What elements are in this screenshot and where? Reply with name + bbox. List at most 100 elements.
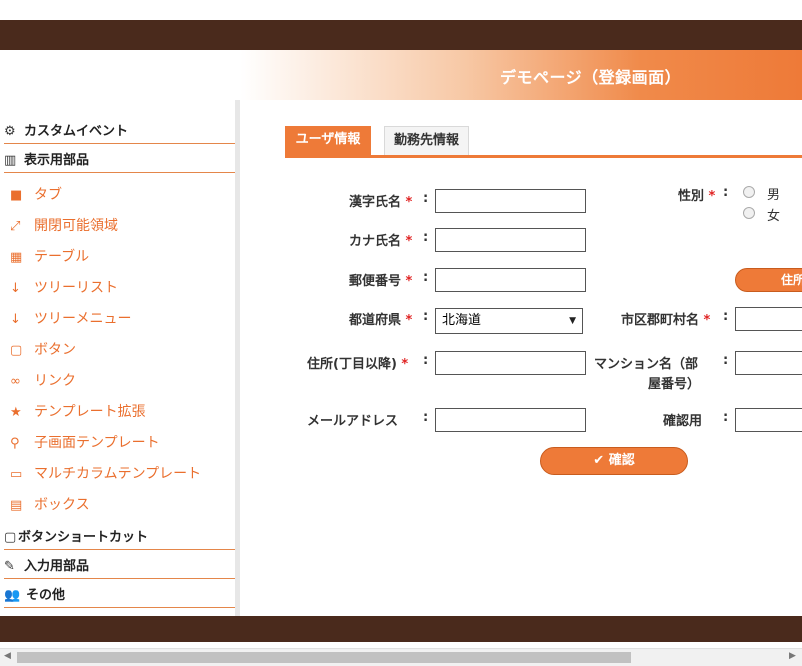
tab-underline — [285, 155, 802, 158]
sidebar-item-box[interactable]: ▤ ボックス — [10, 494, 90, 516]
postal-code-field[interactable] — [435, 268, 586, 292]
sidebar-item-label: リンク — [34, 373, 76, 389]
required-mark: * — [405, 274, 413, 289]
sidebar-item-child-template[interactable]: ⚲ 子画面テンプレート — [10, 432, 160, 454]
kanji-name-field[interactable] — [435, 189, 586, 213]
colon: : — [423, 191, 429, 206]
page: デモページ（登録画面） ⚙ カスタムイベント ▥ 表示用部品 ■ タブ ⤢ 開閉可能領域… — [0, 0, 802, 666]
prefecture-label: 都道府県 * — [349, 313, 413, 328]
sidebar-item-link[interactable]: ∞ リンク — [10, 370, 76, 392]
colon: : — [723, 410, 729, 425]
confirm-button[interactable]: ✔ 確認 — [540, 447, 688, 475]
sidebar-item-multicolumn[interactable]: ▭ マルチカラムテンプレート — [10, 463, 201, 485]
check-icon: ✔ — [593, 453, 605, 468]
scrollbar-thumb[interactable] — [17, 652, 631, 663]
sidebar-section-label: カスタムイベント — [24, 124, 129, 139]
gender-female-label: 女 — [767, 209, 781, 224]
sidebar-item-table[interactable]: ▦ テーブル — [10, 246, 89, 268]
sidebar-item-label: 開閉可能領域 — [34, 218, 118, 234]
mansion-field[interactable] — [735, 351, 802, 375]
gender-label: 性別 * — [678, 189, 716, 204]
required-mark: * — [405, 234, 413, 249]
title-banner — [0, 50, 802, 100]
scroll-left-icon[interactable]: ◀ — [4, 651, 11, 661]
bar-chart-icon: ▥ — [4, 153, 17, 168]
gears-icon: ⚙ — [4, 124, 16, 139]
sidebar-item-collapsible[interactable]: ⤢ 開閉可能領域 — [10, 215, 118, 237]
chevron-down-icon: ▼ — [569, 316, 576, 326]
confirm-button-label: 確認 — [608, 453, 635, 468]
horizontal-scrollbar[interactable]: ◀ ▶ — [0, 648, 802, 666]
square-icon: ▢ — [4, 530, 17, 545]
email-confirm-label: 確認用 — [663, 414, 703, 429]
required-mark: * — [405, 195, 413, 210]
email-confirm-field[interactable] — [735, 408, 802, 432]
sidebar-item-template-ext[interactable]: ★ テンプレート拡張 — [10, 401, 146, 423]
file-icon: ▤ — [10, 498, 23, 513]
colon: : — [723, 353, 729, 368]
address-label: 住所(丁目以降) * — [307, 357, 409, 372]
sidebar-section-input-parts[interactable]: ✎ 入力用部品 — [4, 557, 235, 579]
sidebar-item-tree-menu[interactable]: ↓ ツリーメニュー — [10, 308, 131, 330]
kana-name-label: カナ氏名 * — [349, 234, 413, 249]
link-icon: ∞ — [10, 374, 21, 389]
email-field[interactable] — [435, 408, 586, 432]
sidebar-section-label: 入力用部品 — [24, 559, 90, 574]
sidebar-section-label: ボタンショートカット — [18, 530, 149, 545]
city-label: 市区郡町村名 * — [621, 313, 711, 328]
sidebar-item-label: マルチカラムテンプレート — [34, 466, 202, 482]
mansion-label: マンション名（部 — [594, 357, 699, 372]
colon: : — [723, 185, 729, 200]
colon: : — [423, 353, 429, 368]
sort-icon: ↓ — [10, 281, 21, 296]
sidebar-item-label: ツリーリスト — [34, 280, 118, 296]
sidebar-section-button-shortcut[interactable]: ▢ ボタンショートカット — [4, 528, 235, 550]
square-outline-icon: ▢ — [10, 343, 23, 358]
required-mark: * — [703, 313, 711, 328]
gender-male-label: 男 — [767, 188, 781, 203]
address-search-button[interactable]: 住所 — [735, 268, 802, 292]
gender-male-radio[interactable] — [743, 186, 755, 198]
mansion-label-line2: 屋番号） — [648, 377, 701, 392]
required-mark: * — [708, 189, 716, 204]
colon: : — [423, 270, 429, 285]
city-field[interactable] — [735, 307, 802, 331]
top-bar — [0, 20, 802, 50]
sidebar-item-button[interactable]: ▢ ボタン — [10, 339, 76, 361]
prefecture-selected-value: 北海道 — [442, 313, 482, 328]
sidebar-item-tab[interactable]: ■ タブ — [10, 184, 62, 206]
gender-female-radio[interactable] — [743, 207, 755, 219]
sidebar-section-label: その他 — [26, 588, 66, 603]
kanji-name-label: 漢字氏名 * — [349, 195, 413, 210]
required-mark: * — [401, 357, 409, 372]
footer-bar — [0, 616, 802, 642]
postal-code-label: 郵便番号 * — [349, 274, 413, 289]
folder-icon: ■ — [10, 188, 23, 203]
sort-icon: ↓ — [10, 312, 21, 327]
sidebar-item-tree-list[interactable]: ↓ ツリーリスト — [10, 277, 118, 299]
required-mark: * — [405, 313, 413, 328]
scroll-right-icon[interactable]: ▶ — [789, 651, 796, 661]
sidebar-section-label: 表示用部品 — [24, 153, 90, 168]
sidebar-item-label: テンプレート拡張 — [34, 404, 146, 420]
tab-user-info[interactable]: ユーザ情報 — [285, 126, 371, 156]
sidebar-section-display-parts[interactable]: ▥ 表示用部品 — [4, 151, 235, 173]
sidebar-item-label: ボタン — [34, 342, 76, 358]
sidebar-item-label: ツリーメニュー — [34, 311, 132, 327]
star-icon: ★ — [10, 405, 22, 420]
colon: : — [423, 230, 429, 245]
kana-name-field[interactable] — [435, 228, 586, 252]
search-icon: ⚲ — [10, 436, 20, 451]
tab-work-info[interactable]: 勤務先情報 — [384, 126, 469, 156]
sidebar-section-other[interactable]: 👥 その他 — [4, 586, 235, 608]
address-field[interactable] — [435, 351, 586, 375]
expand-icon: ⤢ — [10, 219, 21, 234]
prefecture-select[interactable]: 北海道 ▼ — [435, 308, 583, 334]
sidebar-item-label: 子画面テンプレート — [34, 435, 160, 451]
sidebar-item-label: ボックス — [34, 497, 90, 513]
sidebar-section-custom-event[interactable]: ⚙ カスタムイベント — [4, 122, 235, 144]
colon: : — [423, 309, 429, 324]
sidebar-item-label: テーブル — [34, 249, 90, 265]
users-icon: 👥 — [4, 588, 21, 603]
monitor-icon: ▭ — [10, 467, 23, 482]
